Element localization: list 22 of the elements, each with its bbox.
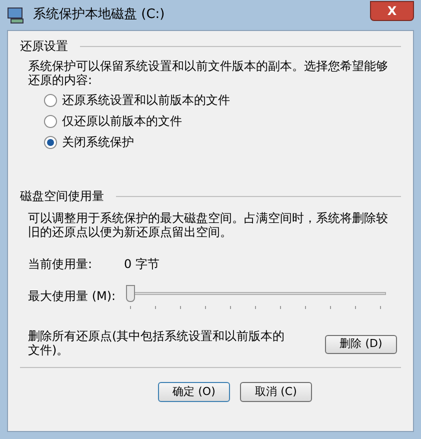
radio-button[interactable] [44,114,57,128]
window-title: 系统保护本地磁盘 (C:) [33,6,165,24]
delete-description: 删除所有还原点(其中包括系统设置和以前版本的文件)。 [28,329,286,357]
radio-button[interactable] [44,94,57,106]
radio-option[interactable]: 还原系统设置和以前版本的文件 [44,91,230,109]
section-heading: 磁盘空间使用量 [20,188,104,205]
dialog-button[interactable]: 确定 (O) [158,382,230,402]
dialog-button[interactable]: 取消 (C) [240,382,312,402]
section-heading: 还原设置 [20,38,68,55]
computer-icon [7,6,25,24]
usage-slider[interactable] [126,285,386,311]
radio-option[interactable]: 关闭系统保护 [44,133,134,151]
slider-thumb[interactable] [126,285,135,302]
radio-button[interactable] [44,136,57,148]
current-usage-value: 0 字节 [124,256,160,273]
max-usage-label: 最大使用量 (M): [28,288,117,305]
close-button[interactable]: X [370,1,414,21]
description-text: 系统保护可以保留系统设置和以前文件版本的副本。选择您希望能够还原的内容: [28,59,389,87]
description-text: 可以调整用于系统保护的最大磁盘空间。占满空间时，系统将删除较旧的还原点以便为新还原点留出空间。 [28,211,389,239]
delete-button[interactable]: 删除 (D) [325,335,397,354]
current-usage-label: 当前使用量: [28,256,94,273]
radio-option[interactable]: 仅还原以前版本的文件 [44,112,182,130]
